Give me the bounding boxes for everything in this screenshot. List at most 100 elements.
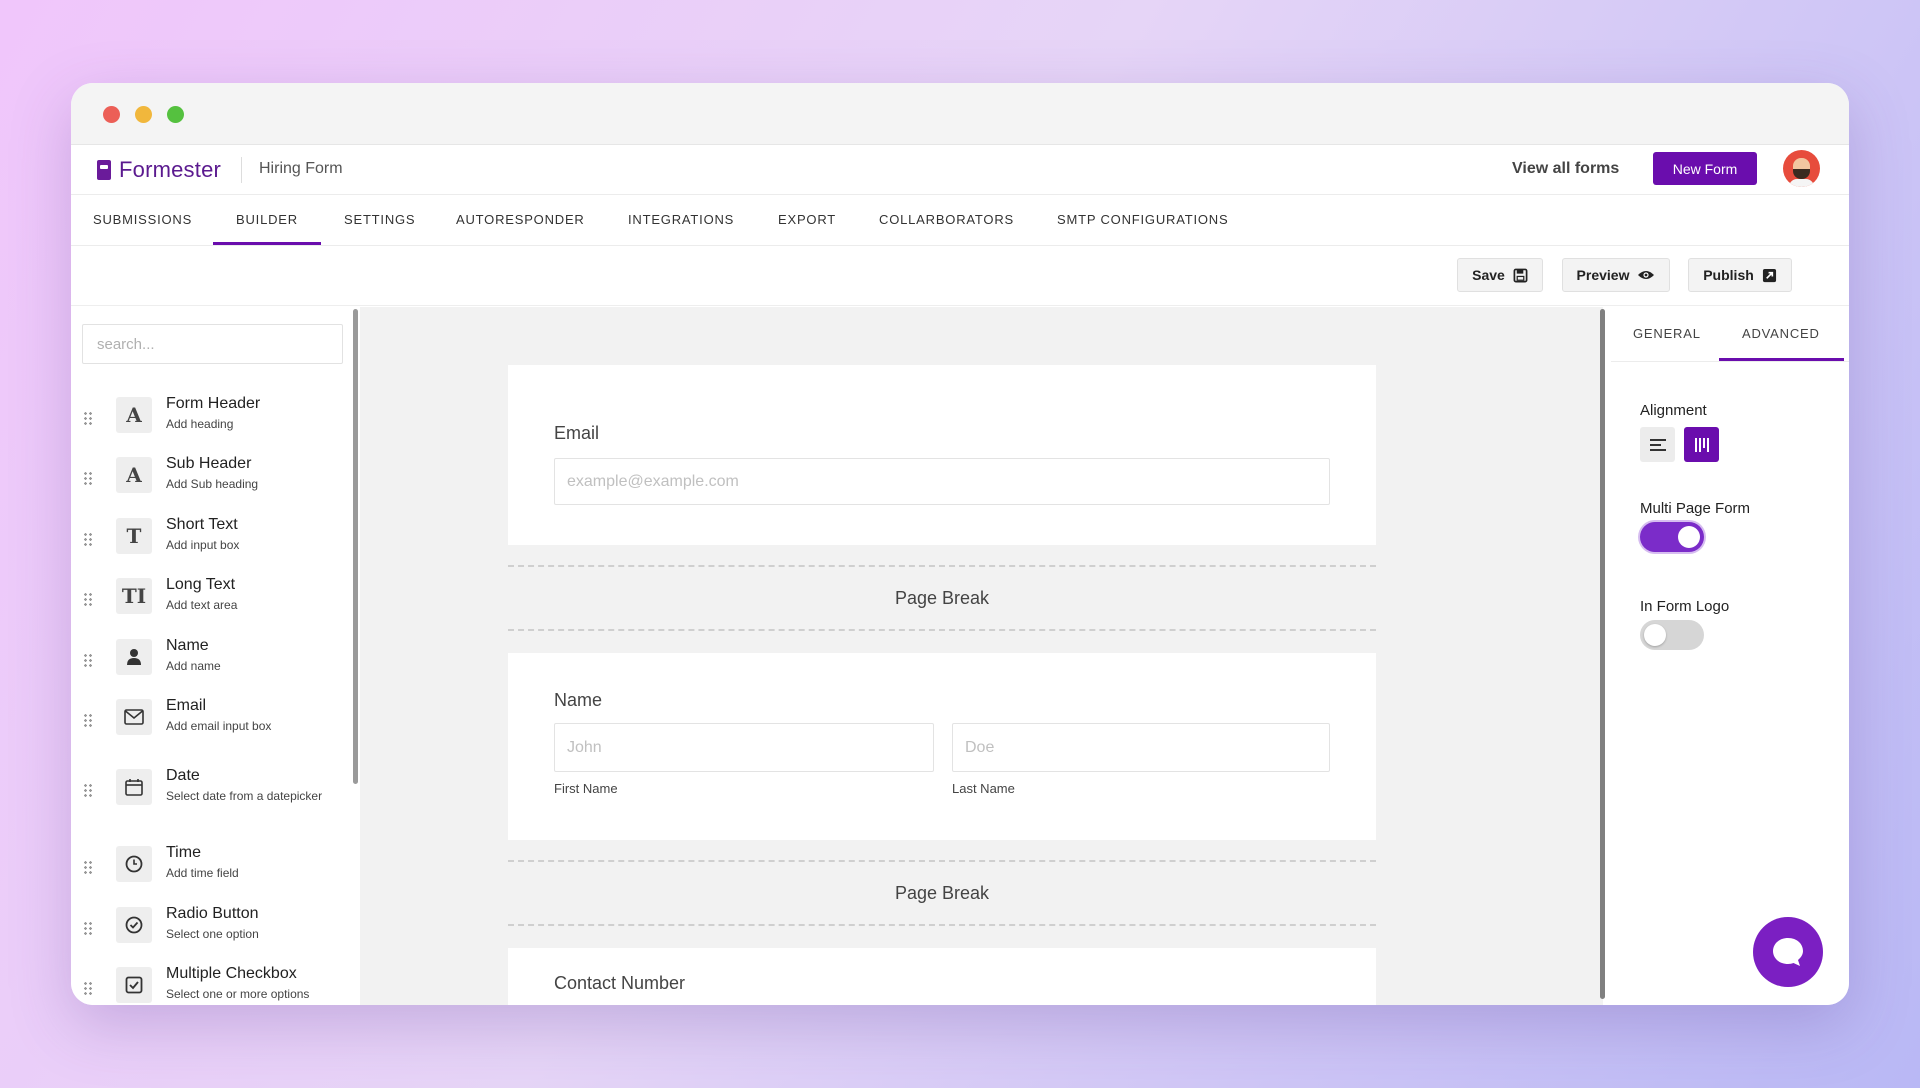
brand-logo[interactable]: Formester — [97, 157, 221, 183]
component-time[interactable]: Time Add time field — [71, 844, 351, 894]
preview-button[interactable]: Preview — [1562, 258, 1670, 292]
align-vertical-icon — [1694, 437, 1709, 452]
tab-advanced[interactable]: ADVANCED — [1742, 326, 1820, 341]
component-subtitle: Add time field — [166, 866, 239, 880]
first-name-input[interactable] — [554, 723, 934, 772]
component-title: Time — [166, 844, 201, 861]
checkbox-icon — [116, 967, 152, 1003]
first-name-label: First Name — [554, 781, 618, 796]
component-multiple-checkbox[interactable]: Multiple Checkbox Select one or more opt… — [71, 965, 351, 1005]
page-break[interactable]: Page Break — [508, 860, 1376, 926]
action-bar: Save Preview Publish — [71, 246, 1849, 306]
tab-builder[interactable]: BUILDER — [236, 212, 298, 227]
component-email[interactable]: Email Add email input box — [71, 697, 351, 747]
component-title: Name — [166, 637, 209, 654]
component-date[interactable]: Date Select date from a datepicker — [71, 767, 351, 817]
calendar-icon — [116, 769, 152, 805]
header-divider — [241, 157, 242, 183]
tab-autoresponder[interactable]: AUTORESPONDER — [456, 212, 585, 227]
panel-divider — [1611, 361, 1849, 362]
tab-settings[interactable]: SETTINGS — [344, 212, 415, 227]
component-subtitle: Add name — [166, 659, 221, 673]
radio-check-icon — [116, 907, 152, 943]
long-text-icon: TI — [116, 578, 152, 614]
component-title: Short Text — [166, 516, 238, 533]
drag-handle-icon[interactable] — [83, 860, 93, 876]
minimize-window-button[interactable] — [135, 106, 152, 123]
align-left-button[interactable] — [1640, 427, 1675, 462]
main-tabs: SUBMISSIONS BUILDER SETTINGS AUTORESPOND… — [71, 195, 1849, 246]
drag-handle-icon[interactable] — [83, 653, 93, 669]
component-subtitle: Select one option — [166, 927, 259, 941]
drag-handle-icon[interactable] — [83, 713, 93, 729]
drag-handle-icon[interactable] — [83, 783, 93, 799]
tab-general[interactable]: GENERAL — [1633, 326, 1701, 341]
form-title[interactable]: Hiring Form — [259, 160, 343, 178]
email-field-label: Email — [554, 423, 600, 443]
drag-handle-icon[interactable] — [83, 411, 93, 427]
component-title: Sub Header — [166, 455, 252, 472]
share-icon — [1762, 268, 1776, 282]
close-window-button[interactable] — [103, 106, 120, 123]
active-tab-indicator — [213, 242, 321, 245]
save-label: Save — [1472, 267, 1505, 283]
drag-handle-icon[interactable] — [83, 532, 93, 548]
component-subtitle: Select date from a datepicker — [166, 789, 323, 803]
app-window: Formester Hiring Form View all forms New… — [71, 83, 1849, 1005]
drag-handle-icon[interactable] — [83, 592, 93, 608]
brand-name: Formester — [119, 157, 222, 182]
contact-number-card[interactable]: Contact Number — [508, 948, 1376, 1005]
component-form-header[interactable]: A Form Header Add heading — [71, 395, 351, 445]
tab-integrations[interactable]: INTEGRATIONS — [628, 212, 734, 227]
last-name-input[interactable] — [952, 723, 1330, 772]
logo-icon — [97, 160, 111, 180]
contact-number-label: Contact Number — [554, 973, 686, 993]
settings-panel: GENERAL ADVANCED Alignment Multi Page Fo… — [1611, 307, 1849, 1005]
tab-submissions[interactable]: SUBMISSIONS — [93, 212, 192, 227]
tab-smtp-configurations[interactable]: SMTP CONFIGURATIONS — [1057, 212, 1228, 227]
publish-button[interactable]: Publish — [1688, 258, 1792, 292]
component-sidebar: A Form Header Add heading A Sub Header A… — [71, 307, 359, 1005]
multi-page-form-toggle[interactable] — [1640, 522, 1704, 552]
component-radio-button[interactable]: Radio Button Select one option — [71, 905, 351, 955]
component-title: Email — [166, 697, 207, 714]
maximize-window-button[interactable] — [167, 106, 184, 123]
component-long-text[interactable]: TI Long Text Add text area — [71, 576, 351, 626]
publish-label: Publish — [1703, 267, 1754, 283]
component-sub-header[interactable]: A Sub Header Add Sub heading — [71, 455, 351, 505]
view-all-forms-link[interactable]: View all forms — [1512, 160, 1619, 178]
component-subtitle: Add text area — [166, 598, 238, 612]
canvas-scrollbar[interactable] — [1600, 309, 1605, 999]
page-break[interactable]: Page Break — [508, 565, 1376, 631]
tab-export[interactable]: EXPORT — [778, 212, 836, 227]
preview-label: Preview — [1576, 267, 1630, 283]
person-icon — [116, 639, 152, 675]
align-justify-button[interactable] — [1684, 427, 1719, 462]
component-subtitle: Add input box — [166, 538, 240, 552]
component-search-input[interactable] — [82, 324, 343, 364]
component-subtitle: Add email input box — [166, 719, 272, 733]
drag-handle-icon[interactable] — [83, 921, 93, 937]
chat-support-button[interactable] — [1753, 917, 1823, 987]
save-button[interactable]: Save — [1457, 258, 1543, 292]
new-form-button[interactable]: New Form — [1653, 152, 1757, 185]
email-field-card[interactable]: Email — [508, 365, 1376, 545]
in-form-logo-toggle[interactable] — [1640, 620, 1704, 650]
envelope-icon — [116, 699, 152, 735]
component-name[interactable]: Name Add name — [71, 637, 351, 687]
email-field[interactable] — [554, 458, 1330, 505]
avatar[interactable] — [1783, 150, 1820, 187]
multi-page-form-label: Multi Page Form — [1640, 500, 1751, 517]
component-title: Radio Button — [166, 905, 259, 922]
drag-handle-icon[interactable] — [83, 981, 93, 997]
clock-icon — [116, 846, 152, 882]
component-subtitle: Add Sub heading — [166, 477, 259, 491]
drag-handle-icon[interactable] — [83, 471, 93, 487]
in-form-logo-label: In Form Logo — [1640, 598, 1730, 615]
sidebar-scrollbar[interactable] — [353, 309, 358, 784]
component-short-text[interactable]: T Short Text Add input box — [71, 516, 351, 566]
name-field-card[interactable]: Name First Name Last Name — [508, 653, 1376, 840]
tab-collaborators[interactable]: COLLARBORATORS — [879, 212, 1014, 227]
title-bar — [71, 83, 1849, 145]
heading-a-icon: A — [116, 397, 152, 433]
